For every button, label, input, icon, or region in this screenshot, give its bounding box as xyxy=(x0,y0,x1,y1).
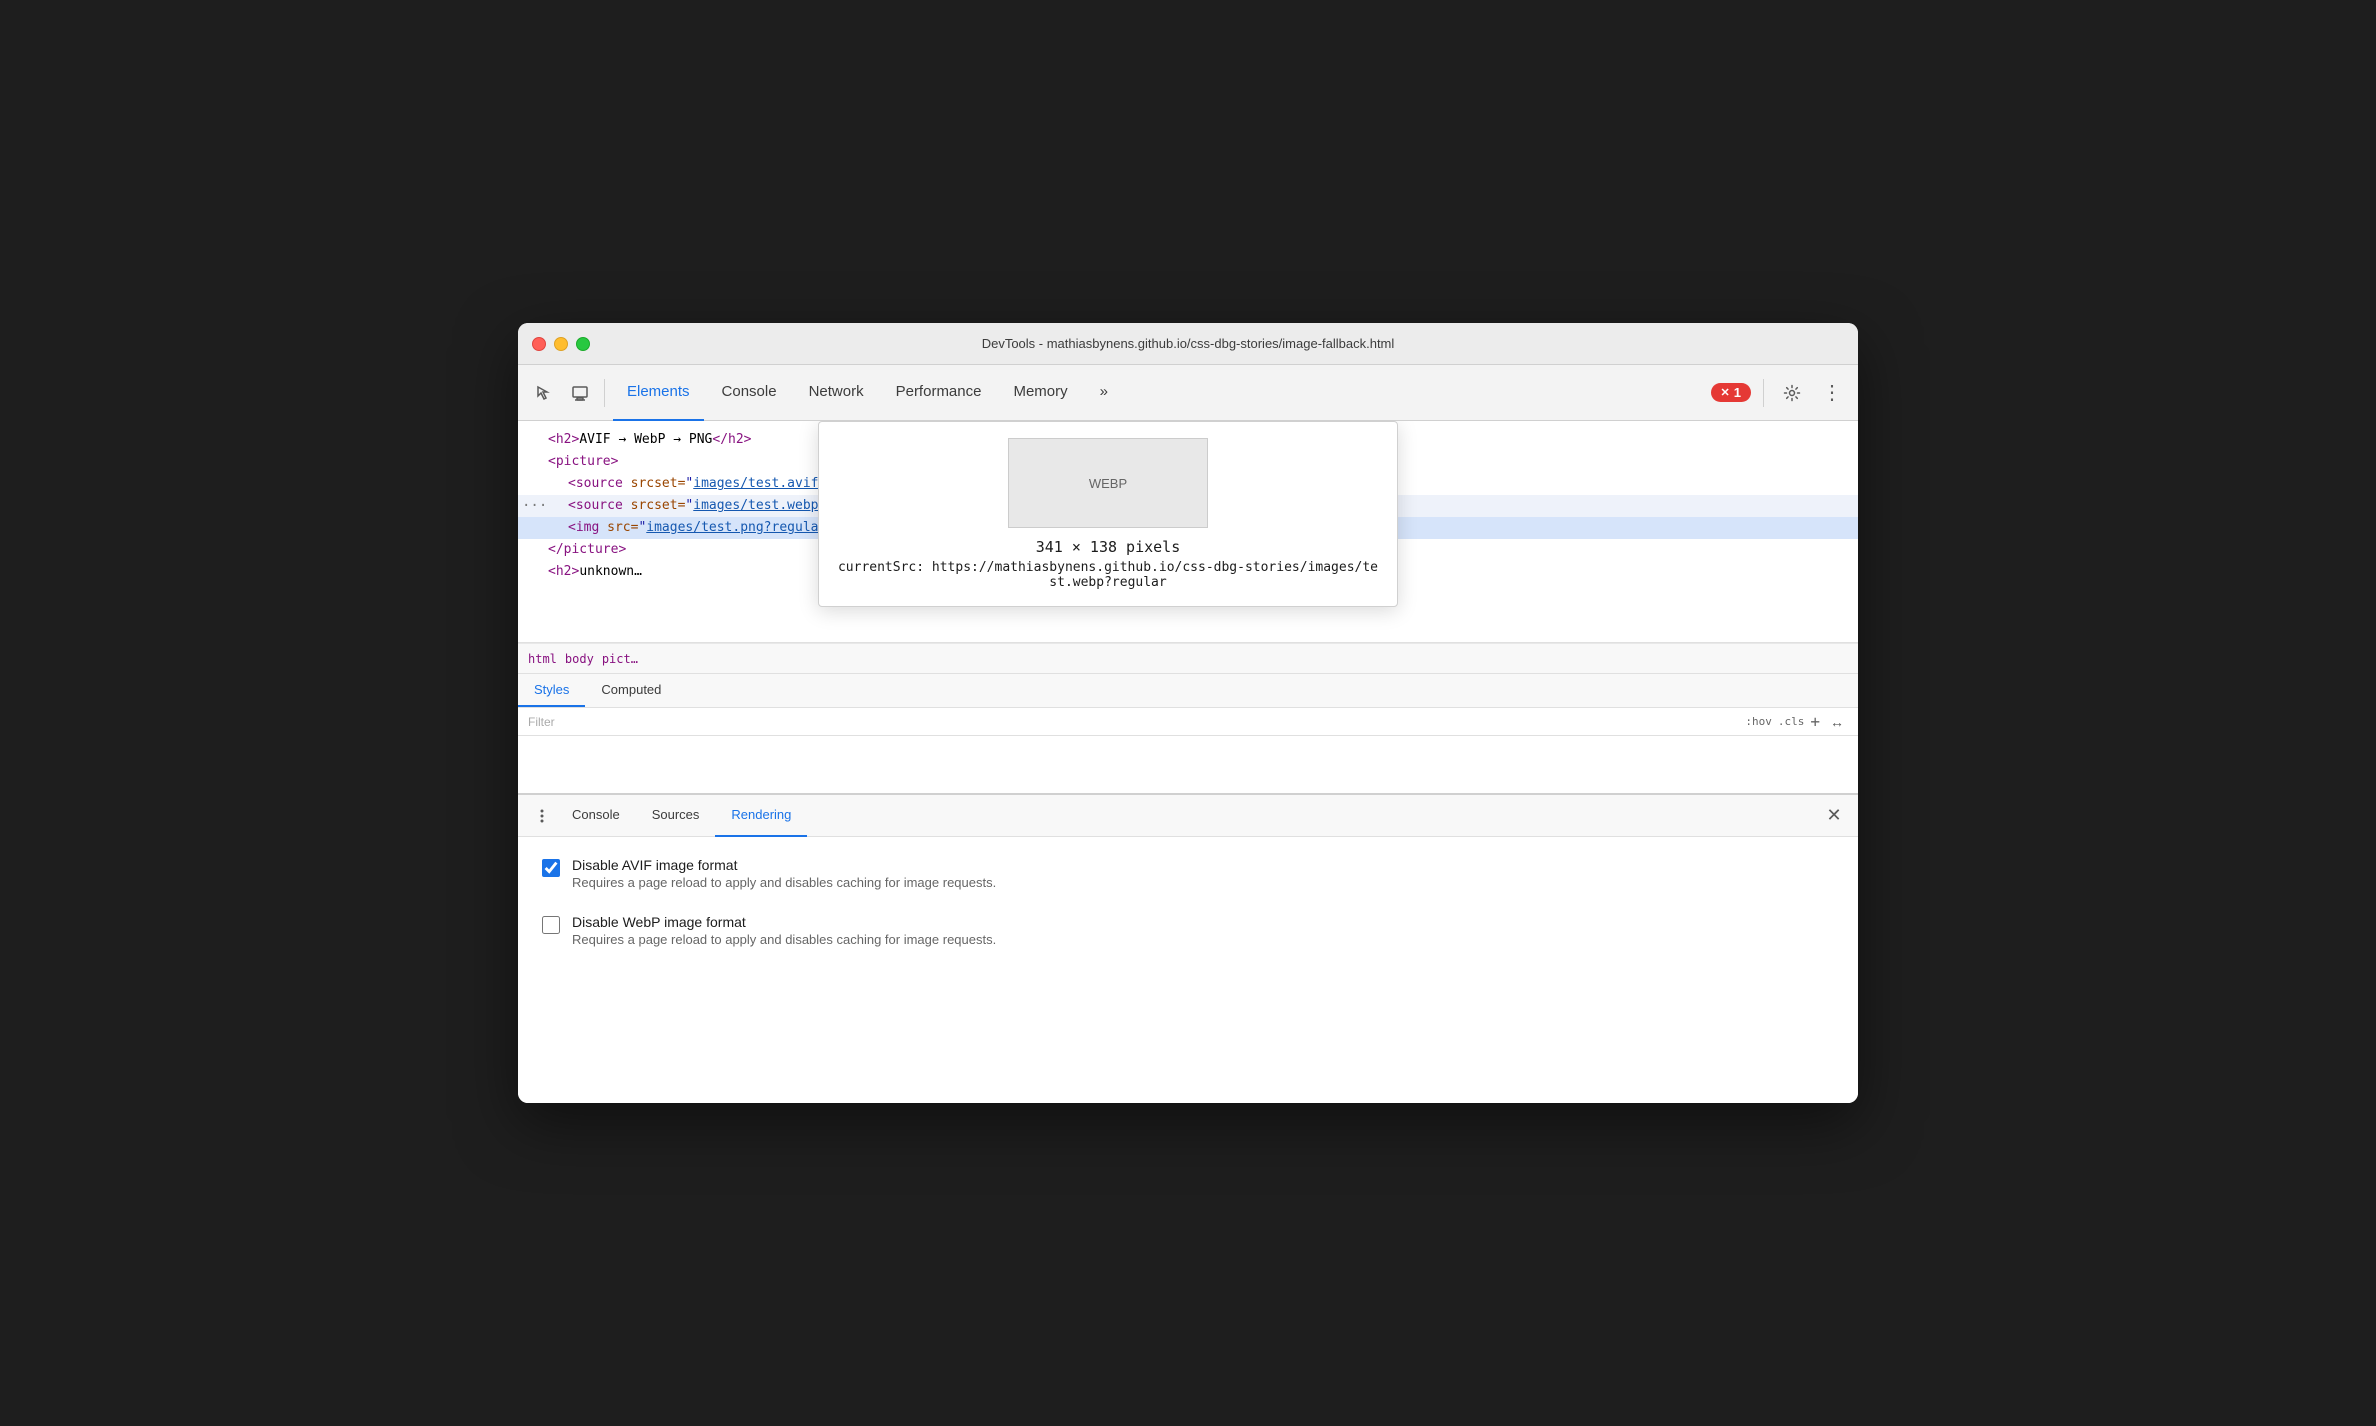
attr-src: src= xyxy=(607,520,638,535)
img-tooltip-src-url: https://mathiasbynens.github.io/css-dbg-… xyxy=(932,560,1378,590)
bottom-drawer: Console Sources Rendering ✕ Disable AVIF… xyxy=(518,793,1858,1103)
link-img[interactable]: images/test.png?regular xyxy=(646,520,826,535)
devtools-toolbar: Elements Console Network Performance Mem… xyxy=(518,365,1858,421)
more-options-button[interactable]: ⋮ xyxy=(1816,377,1848,409)
tag-source-avif: <source xyxy=(568,476,631,491)
avif-checkbox[interactable] xyxy=(542,859,560,877)
attr-srcset-avif: srcset= xyxy=(631,476,686,491)
tag-picture: <picture> xyxy=(548,454,618,469)
tab-styles[interactable]: Styles xyxy=(518,674,585,707)
filter-hov[interactable]: :hov xyxy=(1745,715,1772,728)
maximize-button[interactable] xyxy=(576,337,590,351)
filter-cls[interactable]: .cls xyxy=(1778,715,1805,728)
tab-more[interactable]: » xyxy=(1086,365,1122,421)
drawer-tab-console[interactable]: Console xyxy=(556,795,636,837)
filter-plus[interactable]: + xyxy=(1810,712,1820,731)
webp-label-group: Disable WebP image format Requires a pag… xyxy=(572,914,996,947)
minimize-button[interactable] xyxy=(554,337,568,351)
breadcrumb-picture[interactable]: pict… xyxy=(602,652,638,666)
filter-toggle-btn[interactable]: ↔ xyxy=(1826,711,1848,733)
drawer-tabs-bar: Console Sources Rendering ✕ xyxy=(518,795,1858,837)
toolbar-divider xyxy=(604,379,605,407)
drawer-tab-sources[interactable]: Sources xyxy=(636,795,716,837)
error-count: 1 xyxy=(1734,385,1741,400)
checkbox-item-webp: Disable WebP image format Requires a pag… xyxy=(542,914,1834,947)
img-preview: WEBP xyxy=(1008,438,1208,528)
breadcrumb-body[interactable]: body xyxy=(565,652,594,666)
filter-right: :hov .cls + ↔ xyxy=(1745,711,1848,733)
error-icon: ✕ xyxy=(1721,386,1730,399)
image-tooltip: WEBP 341 × 138 pixels currentSrc: https:… xyxy=(818,421,1398,607)
devtools-window: DevTools - mathiasbynens.github.io/css-d… xyxy=(518,323,1858,1103)
tag-img: <img xyxy=(568,520,607,535)
breadcrumb-html[interactable]: html xyxy=(528,652,557,666)
tab-computed[interactable]: Computed xyxy=(585,674,677,707)
img-preview-label: WEBP xyxy=(1089,476,1127,491)
main-area: <h2>AVIF → WebP → PNG</h2> <picture> <so… xyxy=(518,421,1858,793)
title-bar: DevTools - mathiasbynens.github.io/css-d… xyxy=(518,323,1858,365)
filter-bar: Filter :hov .cls + ↔ xyxy=(518,708,1858,736)
error-badge[interactable]: ✕ 1 xyxy=(1711,383,1751,402)
close-button[interactable] xyxy=(532,337,546,351)
drawer-close-button[interactable]: ✕ xyxy=(1820,802,1848,830)
elements-panel: <h2>AVIF → WebP → PNG</h2> <picture> <so… xyxy=(518,421,1858,643)
drawer-menu-button[interactable] xyxy=(528,802,556,830)
webp-checkbox[interactable] xyxy=(542,916,560,934)
h2-unknown-text: unknown… xyxy=(579,564,642,579)
dots-indicator: ··· xyxy=(522,496,547,516)
tag-h2-open: <h2> xyxy=(548,432,579,447)
tab-console[interactable]: Console xyxy=(708,365,791,421)
avif-label: Disable AVIF image format xyxy=(572,857,996,873)
toolbar-right: ✕ 1 ⋮ xyxy=(1711,377,1848,409)
inspect-element-button[interactable] xyxy=(528,377,560,409)
attr-srcset-webp: srcset= xyxy=(631,498,686,513)
settings-button[interactable] xyxy=(1776,377,1808,409)
device-toolbar-button[interactable] xyxy=(564,377,596,409)
tag-h2-unknown: <h2> xyxy=(548,564,579,579)
webp-label: Disable WebP image format xyxy=(572,914,996,930)
img-tooltip-dimensions: 341 × 138 pixels xyxy=(835,538,1381,556)
tag-picture-close: </picture> xyxy=(548,542,626,557)
traffic-lights xyxy=(532,337,590,351)
tab-memory[interactable]: Memory xyxy=(999,365,1081,421)
tag-source-webp: <source xyxy=(568,498,631,513)
tag-h2-close: </h2> xyxy=(712,432,751,447)
tab-performance[interactable]: Performance xyxy=(882,365,996,421)
img-tooltip-src: currentSrc: https://mathiasbynens.github… xyxy=(835,560,1381,590)
filter-placeholder: Filter xyxy=(528,715,555,729)
avif-desc: Requires a page reload to apply and disa… xyxy=(572,875,996,890)
toolbar-divider-2 xyxy=(1763,379,1764,407)
side-tabs: Styles Computed xyxy=(518,674,1858,708)
drawer-tab-rendering[interactable]: Rendering xyxy=(715,795,807,837)
window-title: DevTools - mathiasbynens.github.io/css-d… xyxy=(982,336,1395,351)
webp-desc: Requires a page reload to apply and disa… xyxy=(572,932,996,947)
h2-text: AVIF → WebP → PNG xyxy=(579,432,712,447)
breadcrumb: html body pict… xyxy=(518,643,1858,673)
checkbox-item-avif: Disable AVIF image format Requires a pag… xyxy=(542,857,1834,890)
img-tooltip-src-label: currentSrc: xyxy=(838,560,924,575)
side-panel: Styles Computed Filter :hov .cls + ↔ xyxy=(518,673,1858,793)
tab-network[interactable]: Network xyxy=(795,365,878,421)
avif-label-group: Disable AVIF image format Requires a pag… xyxy=(572,857,996,890)
tab-elements[interactable]: Elements xyxy=(613,365,704,421)
drawer-content: Disable AVIF image format Requires a pag… xyxy=(518,837,1858,1103)
